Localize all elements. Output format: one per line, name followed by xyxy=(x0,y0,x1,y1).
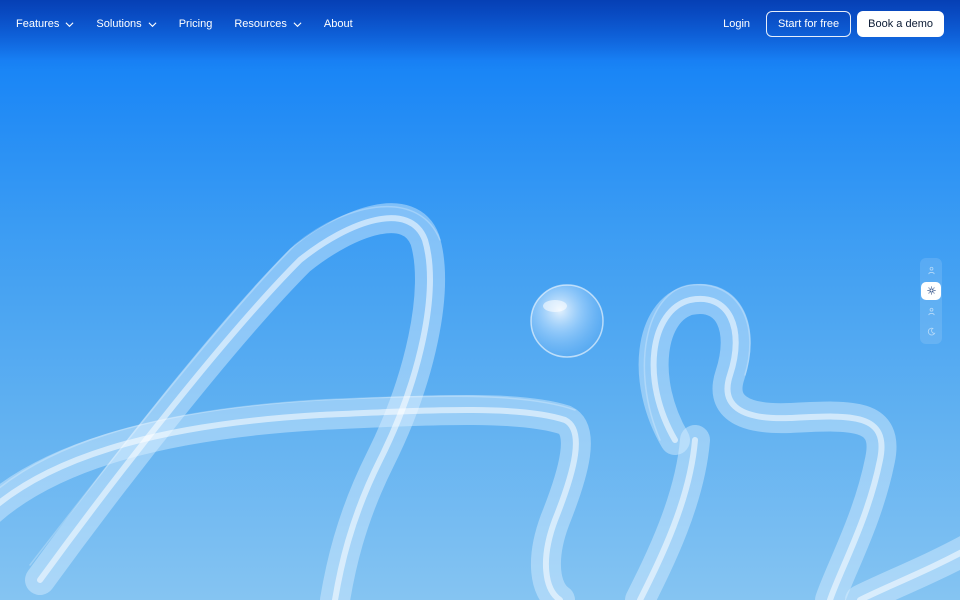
rail-button-person-1[interactable] xyxy=(921,261,941,279)
person-icon xyxy=(927,266,935,274)
side-rail xyxy=(920,258,942,344)
nav-about[interactable]: About xyxy=(324,18,353,30)
hero-air-artwork xyxy=(0,203,960,600)
moon-icon xyxy=(927,328,935,336)
chevron-down-icon xyxy=(148,21,157,27)
person-icon xyxy=(927,307,935,315)
nav-resources-label: Resources xyxy=(234,18,287,30)
sun-icon xyxy=(926,286,936,295)
rail-button-sun[interactable] xyxy=(921,281,941,300)
nav-actions: Login Start for free Book a demo xyxy=(723,11,944,37)
bubble xyxy=(530,284,604,358)
chevron-down-icon xyxy=(293,21,302,27)
start-for-free-button[interactable]: Start for free xyxy=(766,11,852,37)
rail-button-person-2[interactable] xyxy=(921,302,941,320)
nav-solutions[interactable]: Solutions xyxy=(96,18,157,30)
nav-features-label: Features xyxy=(16,18,60,30)
nav-features[interactable]: Features xyxy=(16,18,74,30)
top-navigation: Features Solutions Pricing Resources Abo… xyxy=(0,0,960,48)
login-link[interactable]: Login xyxy=(723,18,750,30)
nav-pricing[interactable]: Pricing xyxy=(179,18,213,30)
nav-about-label: About xyxy=(323,18,353,30)
book-a-demo-button[interactable]: Book a demo xyxy=(857,11,944,37)
nav-pricing-label: Pricing xyxy=(178,18,213,30)
r-descender-stroke xyxy=(625,425,710,600)
rail-button-moon[interactable] xyxy=(921,323,941,341)
chevron-down-icon xyxy=(65,21,74,27)
nav-resources[interactable]: Resources xyxy=(234,18,302,30)
nav-solutions-label: Solutions xyxy=(96,18,142,30)
nav-links: Features Solutions Pricing Resources Abo… xyxy=(16,18,353,30)
